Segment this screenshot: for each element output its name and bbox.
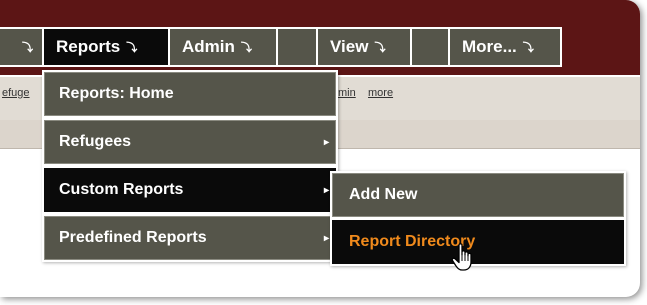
nav-item-reports[interactable]: Reports ⤵ xyxy=(44,27,170,67)
menu-item-label: Refugees xyxy=(59,133,132,150)
caret-right-icon: ▸ xyxy=(323,185,329,196)
chevron-down-icon: ⤵ xyxy=(22,42,33,54)
subnav-link-admin[interactable]: min xyxy=(338,87,356,99)
chevron-down-icon: ⤵ xyxy=(240,42,252,54)
menu-item-label: Reports: Home xyxy=(59,85,174,102)
hand-pointer-icon xyxy=(450,242,482,274)
chevron-down-icon: ⤵ xyxy=(374,42,386,54)
nav-label-more: More... xyxy=(462,37,517,56)
menu-item-label: Predefined Reports xyxy=(59,229,207,246)
nav-item-admin[interactable]: Admin ⤵ xyxy=(170,27,278,67)
caret-right-icon: ▸ xyxy=(323,233,329,244)
nav-item-blank-1[interactable] xyxy=(278,27,318,67)
nav-item-partial[interactable]: ⤵ xyxy=(0,27,44,67)
nav-label-admin: Admin xyxy=(182,37,235,56)
main-nav: ⤵ Reports ⤵ Admin ⤵ View ⤵ More... ⤵ xyxy=(0,27,562,67)
nav-label-reports: Reports xyxy=(56,37,121,56)
caret-right-icon: ▸ xyxy=(323,137,329,148)
nav-item-blank-2[interactable] xyxy=(412,27,450,67)
nav-label-view: View xyxy=(330,37,369,56)
subnav-link-refugees[interactable]: efuge xyxy=(2,87,30,99)
header-bar: ⤵ Reports ⤵ Admin ⤵ View ⤵ More... ⤵ xyxy=(0,0,640,75)
submenu-item-label: Add New xyxy=(349,186,418,203)
menu-item-label: Custom Reports xyxy=(59,181,184,198)
nav-item-view[interactable]: View ⤵ xyxy=(318,27,412,67)
chevron-down-icon: ⤵ xyxy=(522,42,534,54)
submenu-item-add-new[interactable]: Add New xyxy=(332,173,624,217)
chevron-down-icon: ⤵ xyxy=(126,42,138,54)
nav-item-more[interactable]: More... ⤵ xyxy=(450,27,562,67)
menu-item-reports-home[interactable]: Reports: Home xyxy=(44,72,336,116)
menu-item-predefined-reports[interactable]: Predefined Reports ▸ xyxy=(44,216,336,260)
menu-item-refugees[interactable]: Refugees ▸ xyxy=(44,120,336,164)
menu-item-custom-reports[interactable]: Custom Reports ▸ xyxy=(44,168,336,212)
subnav-link-more[interactable]: more xyxy=(368,87,393,99)
reports-dropdown-menu: Reports: Home Refugees ▸ Custom Reports … xyxy=(42,70,338,262)
